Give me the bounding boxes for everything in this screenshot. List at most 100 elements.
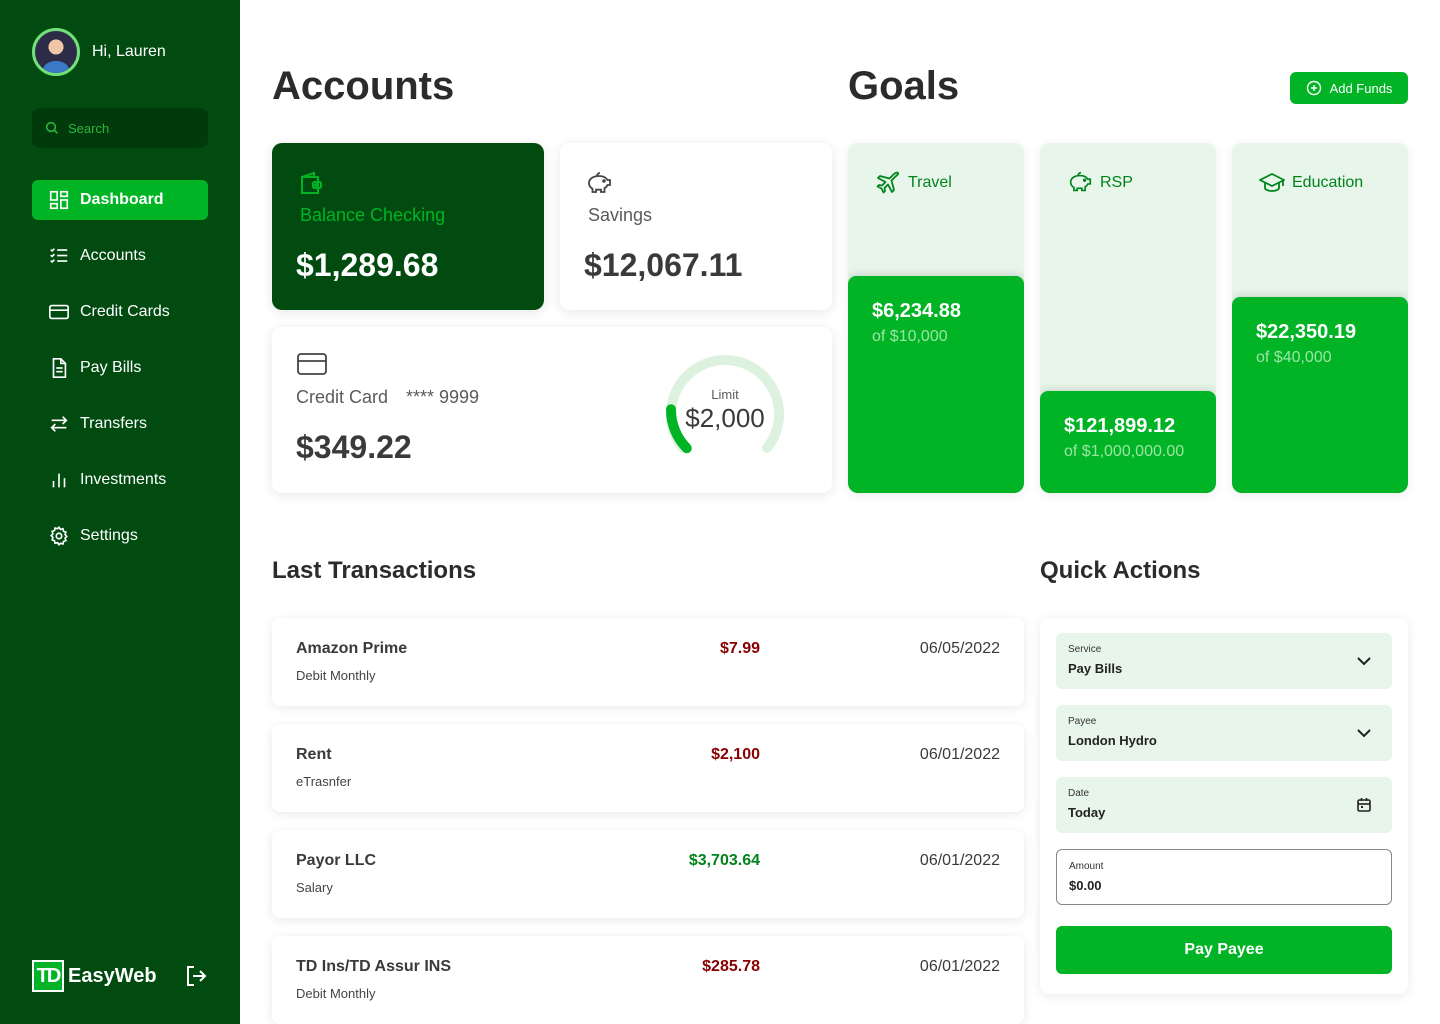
transfer-icon: [50, 416, 68, 432]
plus-circle-icon: [1306, 80, 1321, 96]
credit-card-number: **** 9999: [406, 387, 480, 407]
checking-account-card[interactable]: Balance Checking $1,289.68: [272, 143, 544, 310]
goal-amount: $22,350.19: [1256, 321, 1357, 343]
transaction-type: Debit Monthly: [296, 986, 376, 1001]
transaction-row[interactable]: TD Ins/TD Assur INS Debit Monthly $285.7…: [272, 936, 1024, 1024]
piggy-bank-icon: [1069, 171, 1092, 192]
sidebar-item-accounts[interactable]: Accounts: [32, 236, 208, 276]
date-label: Date: [1068, 788, 1090, 799]
sidebar-item-pay-bills[interactable]: Pay Bills: [32, 348, 208, 388]
transaction-amount: $285.78: [702, 958, 760, 975]
payee-label: Payee: [1068, 716, 1097, 727]
amount-field[interactable]: Amount $0.00: [1056, 849, 1392, 905]
transaction-date: 06/01/2022: [919, 958, 1000, 975]
chevron-down-icon: [1357, 657, 1371, 666]
sidebar-item-transfers[interactable]: Transfers: [32, 404, 208, 444]
savings-account-name: Savings: [588, 205, 653, 225]
chevron-down-icon: [1357, 729, 1371, 738]
credit-card-account-card[interactable]: Credit Card **** 9999 $349.22 Limit $2,0…: [272, 327, 832, 493]
date-picker[interactable]: Date Today: [1056, 777, 1392, 833]
search-input[interactable]: [68, 120, 198, 136]
goal-amount: $6,234.88: [872, 300, 961, 322]
goal-target: of $40,000: [1256, 349, 1332, 366]
sidebar-nav: Dashboard Accounts Credit Cards Pay Bill…: [32, 180, 208, 572]
quick-actions-title: Quick Actions: [1040, 557, 1201, 584]
transaction-name: Rent: [296, 746, 332, 763]
goal-amount: $121,899.12: [1064, 415, 1176, 437]
td-logo: TD: [32, 960, 64, 992]
goal-progress-fill: $6,234.88 of $10,000: [848, 276, 1024, 493]
brand-logo[interactable]: TD EasyWeb: [32, 960, 157, 992]
goal-name: Travel: [908, 174, 952, 191]
goal-card-travel[interactable]: Travel $6,234.88 of $10,000: [848, 143, 1024, 493]
date-value: Today: [1068, 805, 1106, 820]
checking-account-balance: $1,289.68: [296, 247, 439, 283]
transaction-amount: $2,100: [711, 746, 760, 763]
sidebar-item-label: Dashboard: [80, 191, 164, 208]
list-icon: [50, 248, 68, 264]
transaction-row[interactable]: Payor LLC Salary $3,703.64 06/01/2022: [272, 830, 1024, 918]
transaction-amount: $3,703.64: [688, 852, 760, 869]
brand-name: EasyWeb: [68, 964, 157, 987]
goal-name: Education: [1292, 174, 1364, 191]
goal-card-education[interactable]: Education $22,350.19 of $40,000: [1232, 143, 1408, 493]
transaction-type: Debit Monthly: [296, 668, 376, 683]
credit-limit-label: Limit: [711, 387, 739, 402]
user-profile[interactable]: Hi, Lauren: [32, 28, 166, 76]
add-funds-label: Add Funds: [1329, 80, 1393, 96]
service-label: Service: [1068, 644, 1102, 655]
transaction-amount: $7.99: [719, 640, 760, 657]
gear-icon: [50, 526, 68, 546]
payee-select[interactable]: Payee London Hydro: [1056, 705, 1392, 761]
avatar[interactable]: [32, 28, 80, 76]
credit-card-balance: $349.22: [296, 429, 412, 465]
transaction-type: Salary: [296, 880, 333, 895]
add-funds-button[interactable]: Add Funds: [1290, 72, 1408, 104]
search-box[interactable]: [32, 108, 208, 148]
pay-payee-button[interactable]: Pay Payee: [1056, 926, 1392, 974]
dashboard-icon: [49, 190, 69, 210]
amount-value[interactable]: $0.00: [1069, 878, 1102, 893]
payee-value: London Hydro: [1068, 733, 1157, 748]
goal-progress-fill: $22,350.19 of $40,000: [1232, 297, 1408, 493]
transaction-date: 06/01/2022: [919, 746, 1000, 763]
accounts-title: Accounts: [272, 64, 455, 108]
user-greeting: Hi, Lauren: [92, 43, 166, 60]
service-value: Pay Bills: [1068, 661, 1123, 676]
sidebar: Hi, Lauren Dashboard Accounts Credit Car…: [0, 0, 240, 1024]
sidebar-item-settings[interactable]: Settings: [32, 516, 208, 556]
goal-header: Travel: [874, 169, 952, 197]
goal-progress-fill: $121,899.12 of $1,000,000.00: [1040, 391, 1216, 493]
calendar-icon[interactable]: [1354, 795, 1374, 815]
transaction-row[interactable]: Rent eTrasnfer $2,100 06/01/2022: [272, 724, 1024, 812]
goal-card-rsp[interactable]: RSP $121,899.12 of $1,000,000.00: [1040, 143, 1216, 493]
goal-header: RSP: [1066, 169, 1133, 197]
transaction-type: eTrasnfer: [296, 774, 352, 789]
goals-title: Goals: [848, 64, 960, 108]
transaction-row[interactable]: Amazon Prime Debit Monthly $7.99 06/05/2…: [272, 618, 1024, 706]
document-icon: [52, 358, 67, 378]
checking-account-name: Balance Checking: [300, 205, 446, 225]
search-icon: [45, 121, 58, 134]
credit-card-icon: [49, 304, 69, 320]
credit-card-icon: [297, 353, 327, 375]
sidebar-item-label: Accounts: [80, 247, 146, 264]
transaction-name: Amazon Prime: [296, 640, 408, 657]
bar-chart-icon: [52, 473, 66, 488]
sidebar-item-label: Investments: [80, 471, 167, 488]
piggy-bank-icon: [588, 172, 611, 193]
savings-account-card[interactable]: Savings $12,067.11: [560, 143, 832, 310]
goal-target: of $1,000,000.00: [1064, 443, 1185, 460]
logout-icon[interactable]: [184, 964, 208, 988]
sidebar-item-dashboard[interactable]: Dashboard: [32, 180, 208, 220]
sidebar-item-label: Transfers: [80, 415, 147, 432]
savings-account-balance: $12,067.11: [584, 247, 743, 283]
wallet-icon: [301, 171, 322, 194]
amount-label: Amount: [1069, 861, 1104, 872]
sidebar-item-credit-cards[interactable]: Credit Cards: [32, 292, 208, 332]
sidebar-item-investments[interactable]: Investments: [32, 460, 208, 500]
credit-limit-value: $2,000: [685, 403, 765, 433]
goal-target: of $10,000: [872, 328, 948, 345]
quick-actions-panel: Service Pay Bills Payee London Hydro Dat…: [1040, 618, 1408, 994]
service-select[interactable]: Service Pay Bills: [1056, 633, 1392, 689]
